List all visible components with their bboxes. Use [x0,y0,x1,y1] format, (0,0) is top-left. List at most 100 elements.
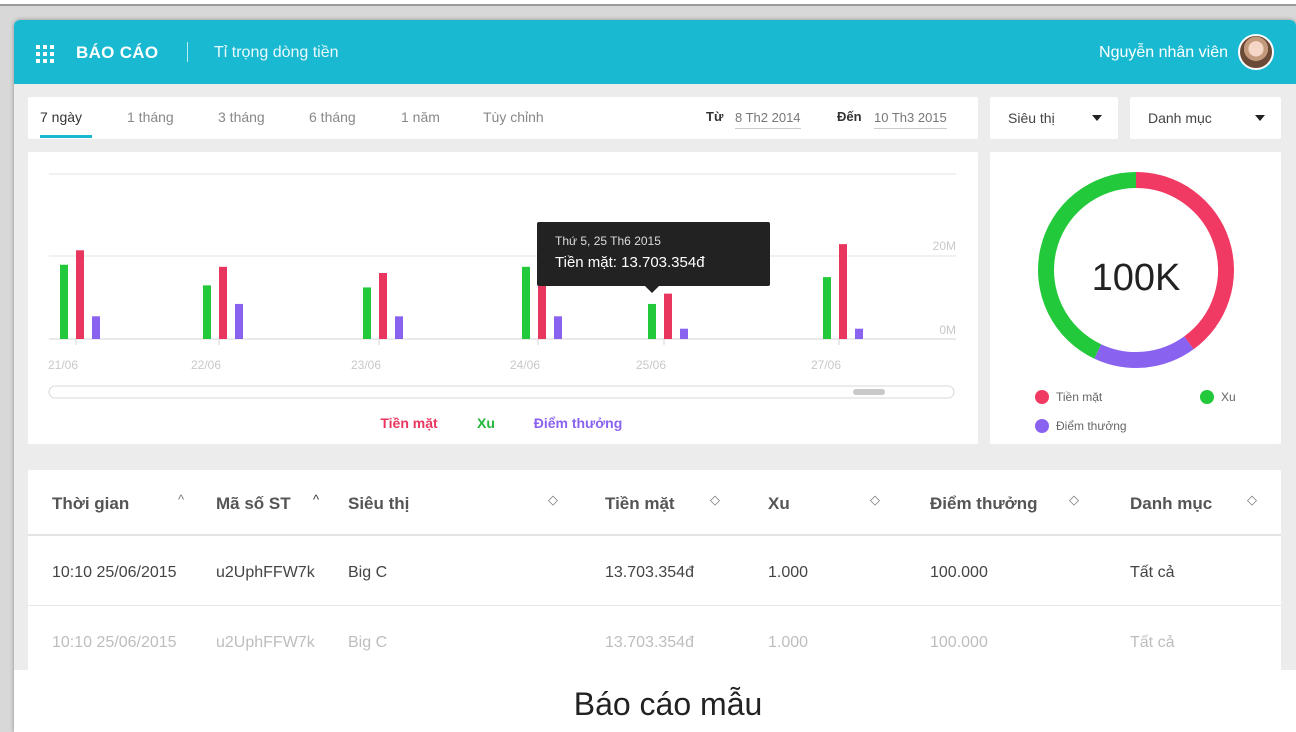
cell-cash: 13.703.354đ [605,564,694,581]
bar[interactable] [680,328,688,339]
sort-both-icon[interactable]: ◇ [1247,492,1257,508]
tab-custom[interactable]: Tùy chỉnh [483,109,544,125]
bar[interactable] [855,328,863,339]
donut-chart-card: 100K Tiền mặt Xu Điểm thưởng [990,152,1281,444]
sort-both-icon[interactable]: ◇ [1069,492,1079,508]
user-name[interactable]: Nguyễn nhân viên [1099,44,1228,62]
bar[interactable] [76,250,84,339]
legend-cash[interactable]: Tiền mặt [380,415,438,431]
x-tick-label: 27/06 [811,358,841,372]
donut-legend-coin[interactable]: Xu [1221,390,1236,404]
header-divider [187,42,188,62]
from-label: Từ [706,109,724,124]
cell-store: Big C [348,564,388,581]
y-tick-label: 20M [933,239,956,253]
table-row[interactable]: 10:10 25/06/2015 u2UphFFW7k Big C 13.703… [28,606,1281,676]
bar[interactable] [92,316,100,339]
column-header-coin[interactable]: Xu [768,494,790,514]
caret-down-icon [1255,115,1265,121]
to-label: Đến [837,109,862,124]
legend-points[interactable]: Điểm thưởng [534,415,623,431]
legend-dot-points [1035,419,1049,433]
sort-asc-icon[interactable]: ^ [178,492,184,507]
to-date-input[interactable]: 10 Th3 2015 [874,110,947,129]
column-header-time[interactable]: Thời gian [52,494,129,514]
active-tab-indicator [40,135,92,138]
donut-legend-points[interactable]: Điểm thưởng [1056,419,1127,433]
legend-dot-coin [1200,390,1214,404]
page-title: BÁO CÁO [76,43,159,62]
donut-center-label: 100K [1092,257,1181,299]
sort-asc-icon[interactable]: ^ [313,492,319,507]
bar[interactable] [823,277,831,339]
bar[interactable] [554,316,562,339]
app-window: BÁO CÁO Tỉ trọng dòng tiền Nguyễn nhân v… [14,20,1296,732]
scrollbar-thumb[interactable] [853,389,885,395]
bar[interactable] [235,303,243,339]
column-header-store[interactable]: Siêu thị [348,494,409,514]
caption-text: Báo cáo mẫu [573,686,763,722]
cell-store-code: u2UphFFW7k [216,564,315,581]
cell-time: 10:10 25/06/2015 [52,564,177,581]
sort-both-icon[interactable]: ◇ [710,492,720,508]
bar[interactable] [839,244,847,339]
legend-coin[interactable]: Xu [477,415,495,431]
legend-dot-cash [1035,390,1049,404]
bar[interactable] [664,293,672,339]
sort-both-icon[interactable]: ◇ [548,492,558,508]
column-header-cash[interactable]: Tiền mặt [605,494,675,514]
from-date-input[interactable]: 8 Th2 2014 [735,110,801,129]
tab-1-year[interactable]: 1 năm [401,109,440,125]
bar[interactable] [379,273,387,339]
bar[interactable] [648,303,656,339]
category-select[interactable]: Danh mục [1130,97,1281,139]
chart-tooltip: Thứ 5, 25 Th6 2015 Tiền mặt: 13.703.354đ [537,222,770,293]
x-tick-label: 24/06 [510,358,540,372]
cell-cash: 13.703.354đ [605,634,694,651]
sort-both-icon[interactable]: ◇ [870,492,880,508]
bar[interactable] [522,266,530,339]
bar[interactable] [363,287,371,339]
app-header: BÁO CÁO Tỉ trọng dòng tiền Nguyễn nhân v… [14,20,1296,84]
apps-grid-icon[interactable] [36,45,54,63]
donut-legend-cash[interactable]: Tiền mặt [1056,390,1103,404]
bar[interactable] [203,285,211,339]
cell-points: 100.000 [930,564,988,581]
tooltip-value: Tiền mặt: 13.703.354đ [555,254,705,271]
table-row[interactable]: 10:10 25/06/2015 u2UphFFW7k Big C 13.703… [28,534,1281,606]
x-tick-label: 21/06 [48,358,78,372]
y-tick-label: 0M [939,323,956,337]
donut-slice[interactable] [1094,336,1194,368]
avatar[interactable] [1238,34,1274,70]
x-tick-label: 25/06 [636,358,666,372]
cell-points: 100.000 [930,634,988,651]
tab-3-months[interactable]: 3 tháng [218,109,265,125]
cell-coin: 1.000 [768,634,809,651]
x-tick-label: 22/06 [191,358,221,372]
column-header-store-code[interactable]: Mã số ST [216,494,291,514]
column-header-category[interactable]: Danh mục [1130,494,1212,514]
bar[interactable] [219,266,227,339]
period-filter-bar: 7 ngày 1 tháng 3 tháng 6 tháng 1 năm Tùy… [28,97,978,139]
bar[interactable] [60,264,68,339]
bar-chart-card: 20M 0M 21/06 22/06 23/06 24/06 25/06 27/06 Ti… [28,152,978,444]
cell-category: Tất cả [1130,634,1175,651]
cell-time: 10:10 25/06/2015 [52,634,177,651]
x-tick-label: 23/06 [351,358,381,372]
tab-7-days[interactable]: 7 ngày [40,109,82,125]
tooltip-date: Thứ 5, 25 Th6 2015 [555,234,661,248]
cell-category: Tất cả [1130,564,1175,581]
category-select-label: Danh mục [1148,110,1212,126]
store-select[interactable]: Siêu thị [990,97,1118,139]
cell-coin: 1.000 [768,564,809,581]
cell-store-code: u2UphFFW7k [216,634,315,651]
bar[interactable] [395,316,403,339]
tab-6-months[interactable]: 6 tháng [309,109,356,125]
page-subtitle: Tỉ trọng dòng tiền [214,44,339,61]
horizontal-scrollbar[interactable] [48,385,955,399]
top-edge [0,0,1296,6]
bar-chart: 20M 0M 21/06 22/06 23/06 24/06 25/06 27/06 Ti… [48,173,956,431]
tab-1-month[interactable]: 1 tháng [127,109,174,125]
store-select-label: Siêu thị [1008,110,1055,126]
column-header-points[interactable]: Điểm thưởng [930,494,1038,514]
